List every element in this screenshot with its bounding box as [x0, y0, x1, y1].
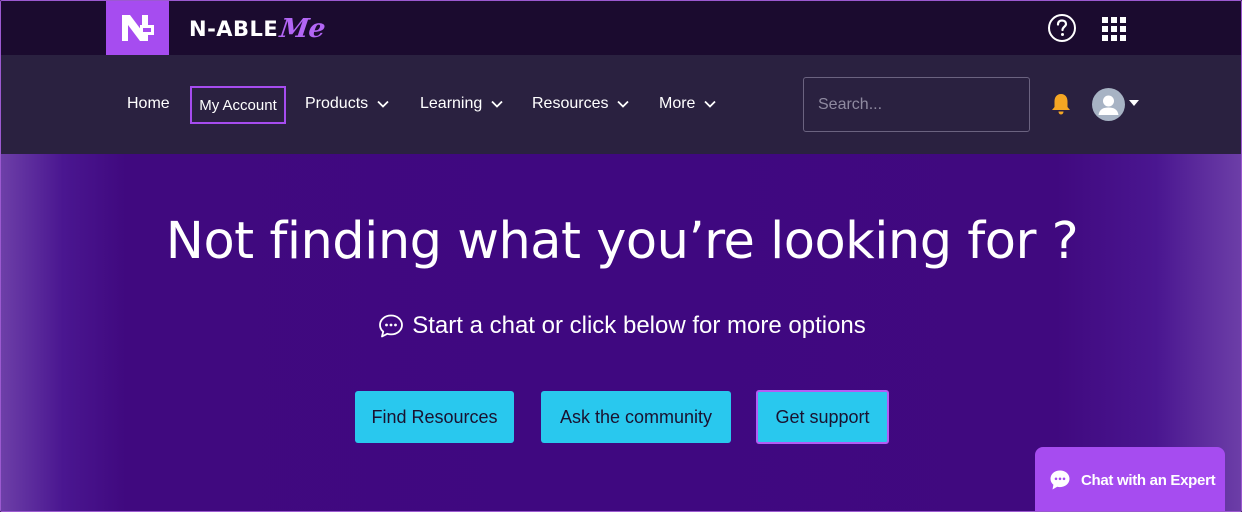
chevron-down-icon: [377, 100, 389, 108]
nav-home-label: Home: [127, 95, 170, 112]
nav-my-account[interactable]: My Account: [190, 86, 286, 124]
chevron-down-icon: [491, 100, 503, 108]
hero-title: Not finding what you’re looking for ?: [165, 212, 1079, 271]
nav-more-label: More: [659, 95, 696, 112]
nav-products-label: Products: [305, 95, 369, 112]
brand-wordmark: N-ABLE Me: [189, 14, 328, 44]
nav-more[interactable]: More: [659, 85, 717, 123]
nav-products[interactable]: Products: [305, 85, 390, 123]
nav-resources-label: Resources: [532, 95, 609, 112]
caret-down-icon[interactable]: [1129, 99, 1139, 107]
nav-home[interactable]: Home: [127, 85, 170, 123]
chat-bubble-icon: [1050, 470, 1070, 490]
chat-with-expert-button[interactable]: Chat with an Expert: [1035, 447, 1225, 511]
hero-subtitle: Start a chat or click below for more opt…: [1, 312, 1241, 340]
grid-apps-icon[interactable]: [1101, 16, 1127, 42]
n-able-logo[interactable]: [106, 1, 169, 55]
main-nav: Home My Account Products Learning Resour…: [1, 55, 1241, 154]
get-support-button[interactable]: Get support: [756, 390, 889, 444]
page-frame: N-ABLE Me Home My Account Products Learn…: [0, 0, 1242, 512]
hero-subtitle-text: Start a chat or click below for more opt…: [412, 312, 866, 339]
nav-learning-label: Learning: [420, 95, 483, 112]
bell-icon[interactable]: [1050, 92, 1072, 116]
user-avatar-icon[interactable]: [1092, 88, 1125, 121]
chat-with-expert-label: Chat with an Expert: [1081, 471, 1216, 489]
brand-name: N-ABLE: [189, 17, 279, 41]
chevron-down-icon: [617, 100, 630, 108]
search-input[interactable]: [804, 95, 1025, 114]
find-resources-button[interactable]: Find Resources: [355, 391, 514, 443]
nav-my-account-label: My Account: [199, 96, 277, 114]
chevron-down-icon: [704, 100, 717, 108]
brand-bar: N-ABLE Me: [1, 1, 1241, 55]
ask-community-button[interactable]: Ask the community: [541, 391, 731, 443]
search-box: [803, 77, 1030, 132]
nav-learning[interactable]: Learning: [420, 85, 504, 123]
person-icon: [1098, 95, 1119, 115]
brand-suffix: Me: [278, 14, 328, 44]
nav-resources[interactable]: Resources: [532, 85, 630, 123]
chat-bubble-icon: [379, 314, 404, 338]
question-circle-icon[interactable]: [1047, 13, 1077, 43]
n-logo-icon: [121, 15, 154, 41]
